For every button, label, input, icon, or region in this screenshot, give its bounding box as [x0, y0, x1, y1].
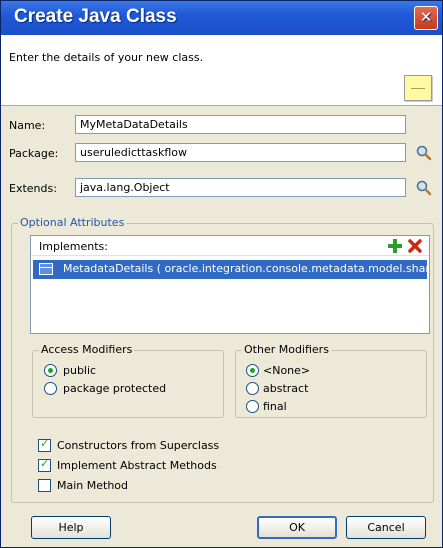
- add-plus-icon[interactable]: [387, 238, 403, 254]
- package-label: Package:: [9, 147, 59, 160]
- implements-list-item[interactable]: MetadataDetails ( oracle.integration.con…: [33, 260, 427, 279]
- close-icon: ✕: [419, 8, 433, 26]
- interface-icon: [39, 263, 53, 275]
- none-radio[interactable]: [246, 364, 259, 377]
- header-description: Enter the details of your new class.: [9, 51, 204, 64]
- remove-x-icon[interactable]: [407, 238, 423, 254]
- package-field[interactable]: useruledicttaskflow: [75, 143, 406, 162]
- abstract-label[interactable]: abstract: [263, 382, 308, 395]
- cancel-button[interactable]: Cancel: [346, 516, 426, 539]
- implement-abstract-label[interactable]: Implement Abstract Methods: [57, 459, 217, 472]
- name-field[interactable]: MyMetaDataDetails: [75, 115, 406, 134]
- name-label: Name:: [9, 119, 46, 132]
- public-radio[interactable]: [44, 364, 57, 377]
- implements-list[interactable]: Implements: MetadataDetails ( oracle.int…: [30, 235, 430, 334]
- none-label[interactable]: <None>: [263, 364, 310, 377]
- implements-item-label: MetadataDetails ( oracle.integration.con…: [63, 262, 427, 275]
- help-button[interactable]: Help: [31, 516, 111, 539]
- title-bar: Create Java Class ✕: [1, 1, 442, 35]
- abstract-radio[interactable]: [246, 382, 259, 395]
- implements-label: Implements:: [39, 240, 108, 253]
- extends-browse-search-icon[interactable]: [415, 179, 433, 197]
- main-method-checkbox[interactable]: [38, 479, 51, 492]
- constructors-checkbox[interactable]: ✓: [38, 437, 51, 452]
- package-protected-radio[interactable]: [44, 382, 57, 395]
- close-button[interactable]: ✕: [414, 6, 438, 30]
- check-icon: ✓: [40, 457, 50, 470]
- access-modifiers-title: Access Modifiers: [39, 343, 135, 356]
- dialog-header: Enter the details of your new class.: [1, 35, 442, 106]
- create-java-class-dialog: Create Java Class ✕ Enter the details of…: [0, 0, 443, 548]
- extends-label: Extends:: [9, 182, 57, 195]
- main-method-label[interactable]: Main Method: [57, 479, 128, 492]
- note-icon: [404, 75, 432, 101]
- optional-attributes-title: Optional Attributes: [18, 216, 127, 229]
- other-modifiers-title: Other Modifiers: [242, 343, 331, 356]
- final-label[interactable]: final: [263, 400, 287, 413]
- final-radio[interactable]: [246, 400, 259, 413]
- implements-header: Implements:: [31, 236, 429, 256]
- check-icon: ✓: [40, 437, 50, 450]
- package-browse-search-icon[interactable]: [415, 144, 433, 162]
- constructors-label[interactable]: Constructors from Superclass: [57, 439, 219, 452]
- public-label[interactable]: public: [63, 364, 96, 377]
- extends-field[interactable]: java.lang.Object: [75, 178, 406, 197]
- implement-abstract-checkbox[interactable]: ✓: [38, 457, 51, 472]
- ok-button[interactable]: OK: [257, 516, 337, 539]
- package-protected-label[interactable]: package protected: [63, 382, 166, 395]
- dialog-title: Create Java Class: [14, 6, 177, 27]
